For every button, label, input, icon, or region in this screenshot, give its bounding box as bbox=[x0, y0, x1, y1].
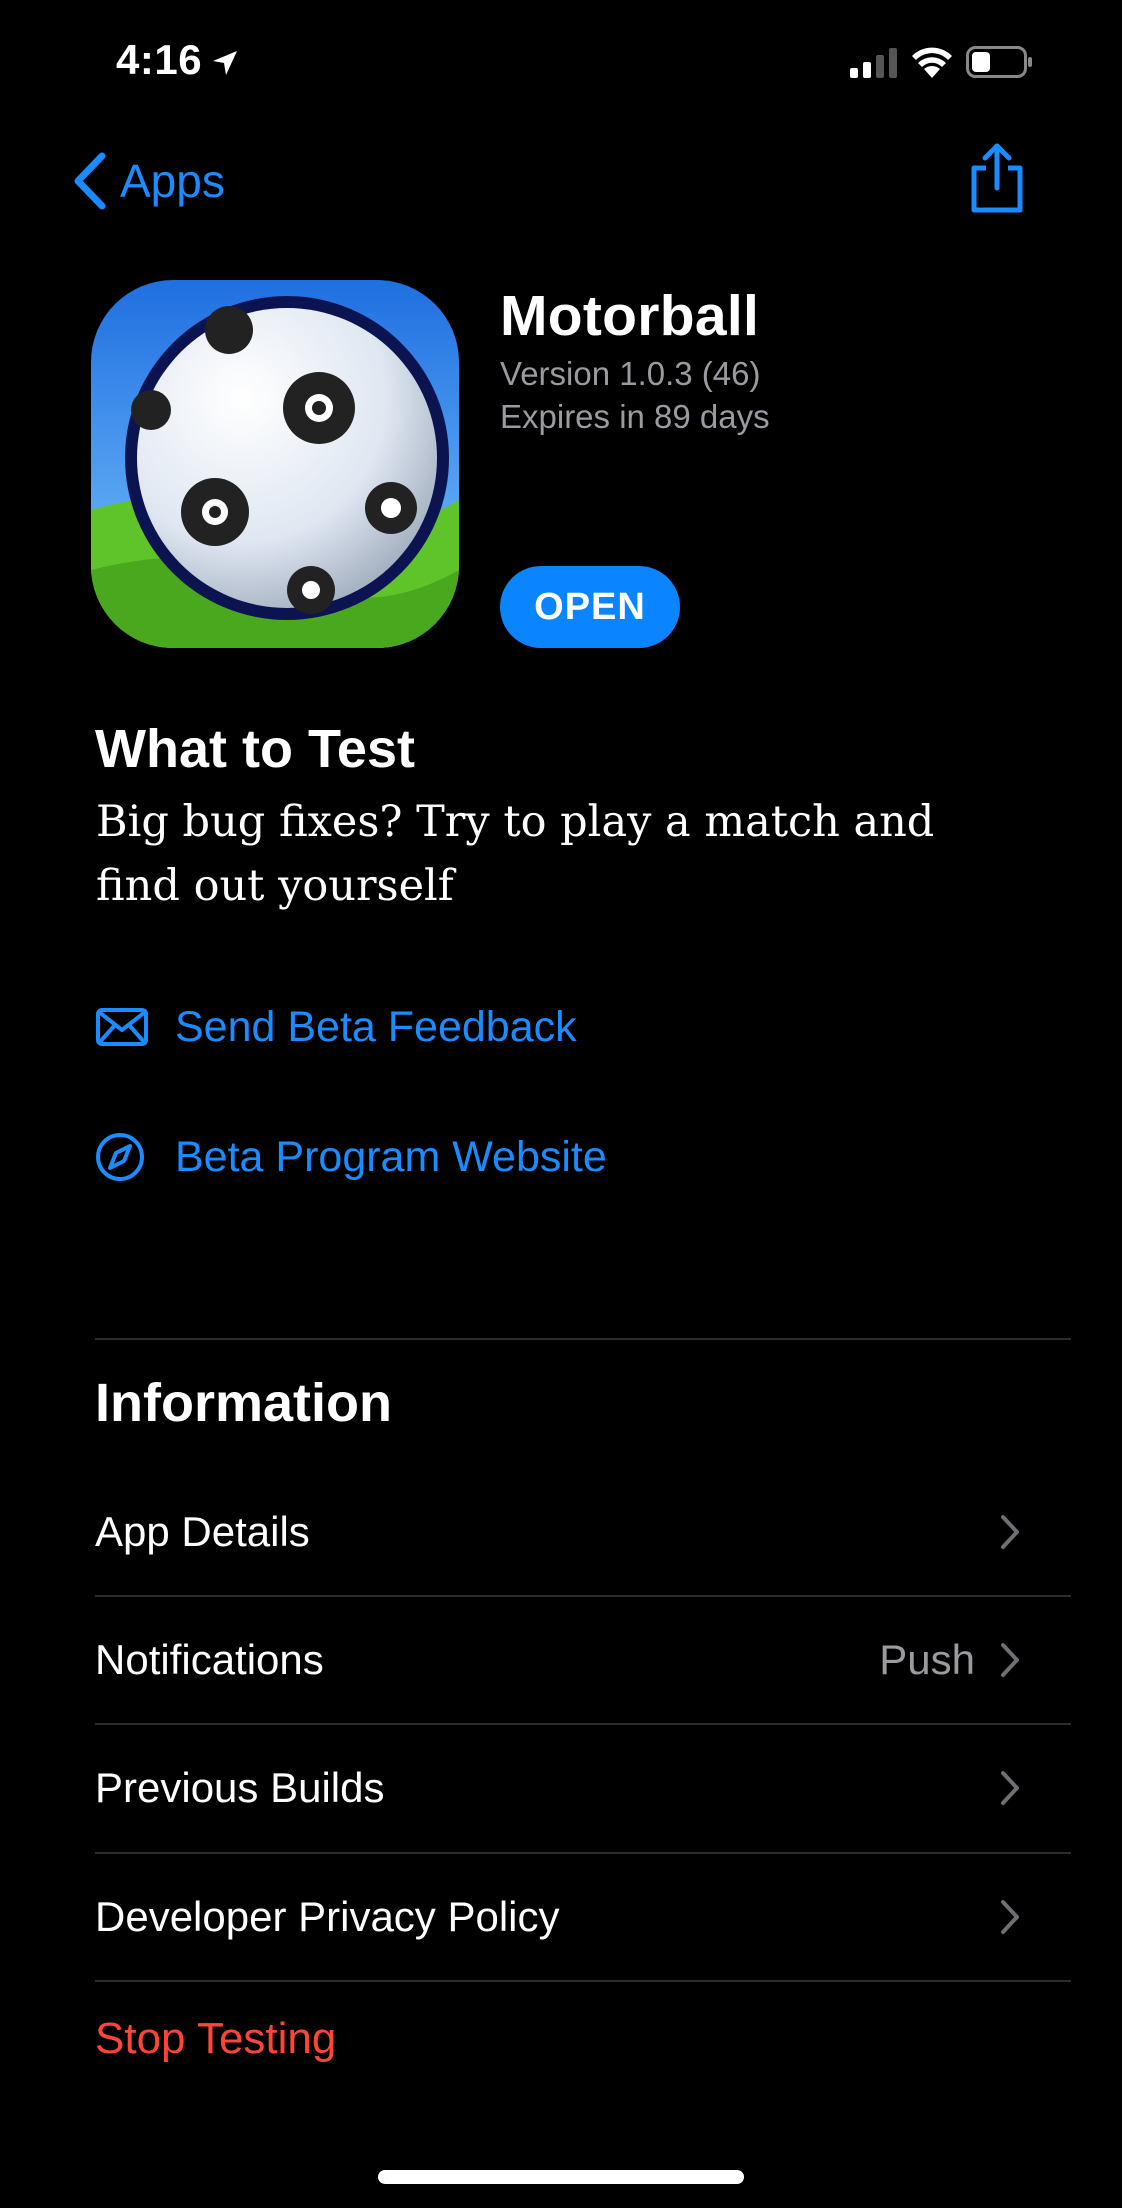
status-bar: 4:16 bbox=[0, 0, 1122, 120]
soccer-ball-icon bbox=[91, 280, 459, 648]
app-version: Version 1.0.3 (46) bbox=[500, 355, 761, 392]
notifications-label: Notifications bbox=[95, 1636, 324, 1683]
previous-builds-row[interactable]: Previous Builds bbox=[95, 1724, 1071, 1852]
previous-builds-label: Previous Builds bbox=[95, 1764, 385, 1811]
app-details-row[interactable]: App Details bbox=[95, 1468, 1071, 1596]
back-button[interactable]: Apps bbox=[70, 146, 225, 216]
location-icon bbox=[213, 51, 237, 75]
notifications-value: Push bbox=[879, 1636, 975, 1683]
section-divider bbox=[95, 1338, 1071, 1340]
chevron-right-icon bbox=[1001, 1771, 1019, 1805]
chevron-right-icon bbox=[1001, 1643, 1019, 1677]
send-beta-feedback-link[interactable]: Send Beta Feedback bbox=[95, 992, 577, 1062]
chevron-left-icon bbox=[74, 152, 106, 210]
send-beta-feedback-label: Send Beta Feedback bbox=[175, 1002, 577, 1051]
compass-icon bbox=[96, 1133, 144, 1181]
status-time: 4:16 bbox=[116, 36, 203, 83]
home-indicator[interactable] bbox=[378, 2170, 744, 2184]
developer-privacy-policy-row[interactable]: Developer Privacy Policy bbox=[95, 1853, 1071, 1981]
testflight-app-screen: 4:16 Apps Motorball Version 1.0.3 (46) E… bbox=[0, 0, 1122, 2208]
envelope-icon bbox=[96, 1008, 148, 1046]
app-expiry: Expires in 89 days bbox=[500, 398, 770, 435]
wifi-icon bbox=[912, 47, 952, 78]
stop-testing-button[interactable]: Stop Testing bbox=[95, 2014, 336, 2064]
signal-icon bbox=[850, 48, 897, 78]
open-button[interactable]: OPEN bbox=[500, 566, 680, 648]
notifications-row[interactable]: Notifications Push bbox=[95, 1596, 1071, 1724]
what-to-test-body: Big bug fixes? Try to play a match and f… bbox=[96, 797, 935, 911]
share-icon[interactable] bbox=[966, 142, 1028, 214]
row-divider bbox=[95, 1980, 1071, 1982]
beta-program-website-label: Beta Program Website bbox=[175, 1132, 607, 1181]
app-name: Motorball bbox=[500, 284, 760, 348]
chevron-right-icon bbox=[1001, 1515, 1019, 1549]
chevron-right-icon bbox=[1001, 1900, 1019, 1934]
app-details-label: App Details bbox=[95, 1508, 310, 1555]
information-title: Information bbox=[95, 1373, 392, 1433]
back-label: Apps bbox=[120, 155, 225, 207]
battery-icon bbox=[966, 46, 1032, 78]
developer-privacy-policy-label: Developer Privacy Policy bbox=[95, 1893, 560, 1940]
beta-program-website-link[interactable]: Beta Program Website bbox=[95, 1122, 607, 1192]
what-to-test-title: What to Test bbox=[95, 719, 415, 779]
app-icon bbox=[91, 280, 459, 648]
